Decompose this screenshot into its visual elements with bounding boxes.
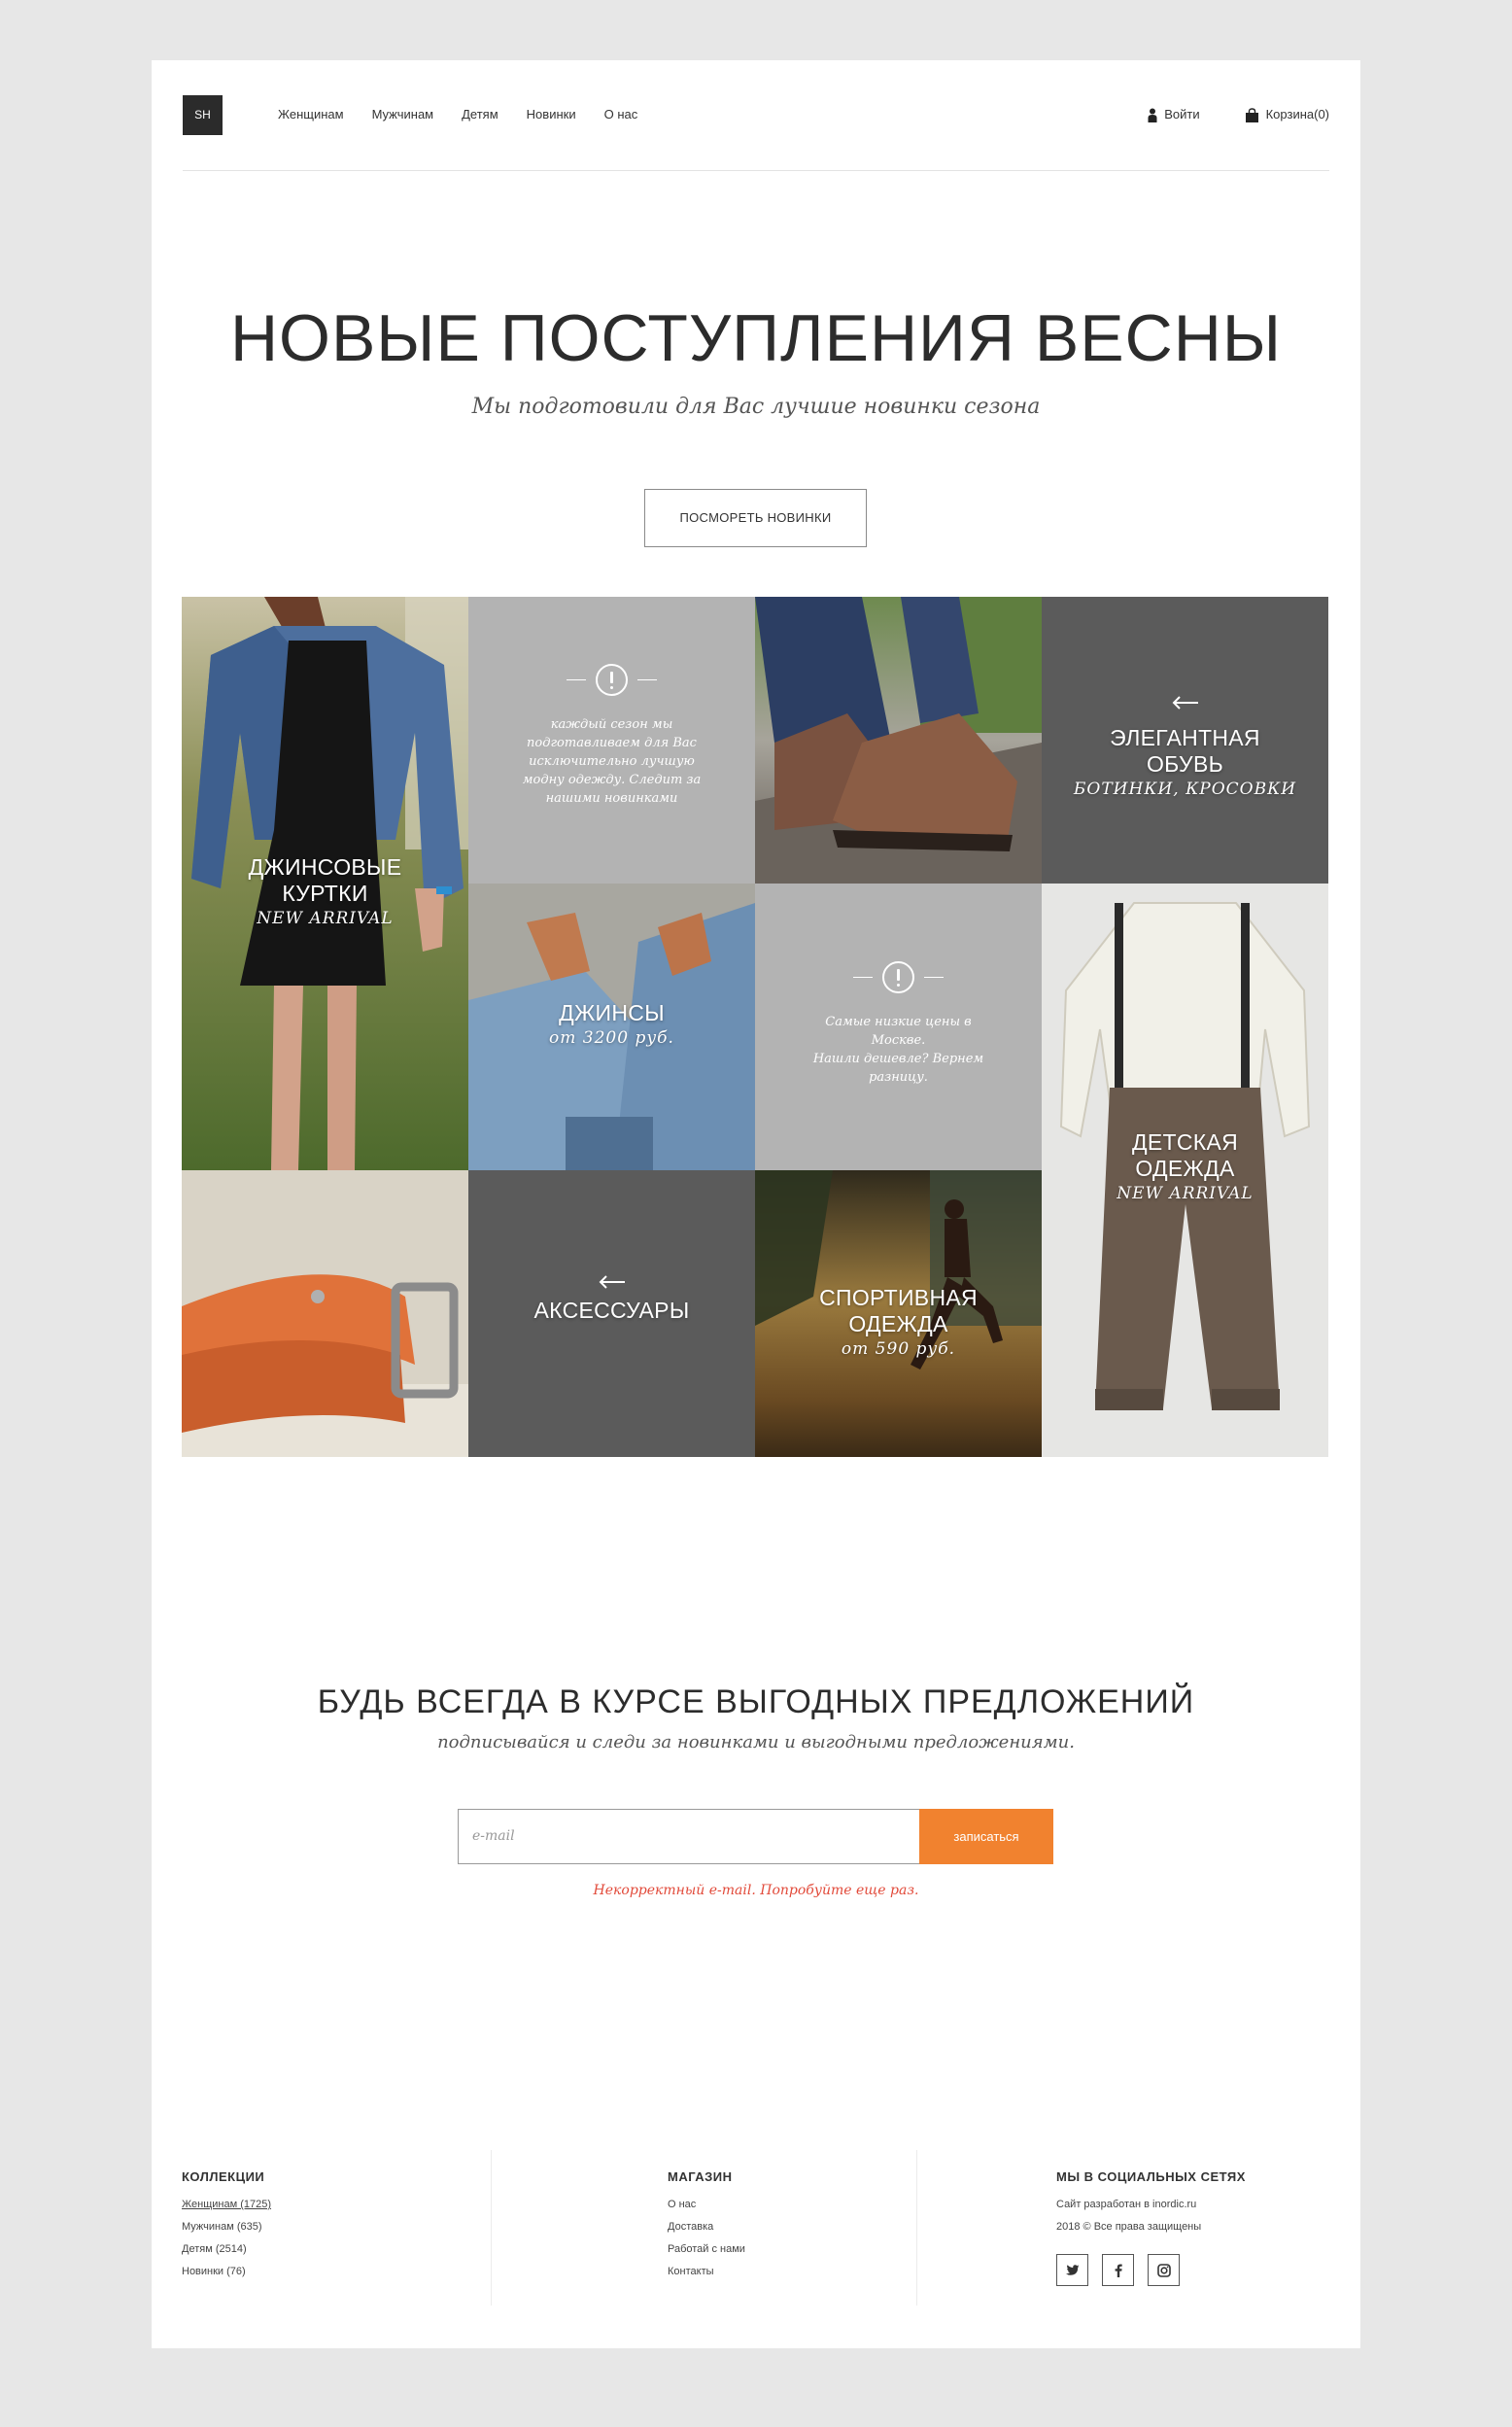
twitter-icon[interactable] <box>1056 2254 1088 2286</box>
shopping-bag-icon <box>1245 107 1258 122</box>
info-text-4: модну одежду. Следит за <box>522 773 702 787</box>
instagram-icon[interactable] <box>1148 2254 1180 2286</box>
nav-new[interactable]: Новинки <box>527 105 576 124</box>
category-grid: ДЖИНСОВЫЕ КУРТКИ NEW ARRIVAL каждый сезо… <box>182 597 1328 1457</box>
facebook-icon[interactable] <box>1102 2254 1134 2286</box>
tile-title: ЭЛЕГАНТНАЯ <box>1110 725 1260 750</box>
tile-denim-jackets[interactable]: ДЖИНСОВЫЕ КУРТКИ NEW ARRIVAL <box>182 597 468 1170</box>
footer-heading: МЫ В СОЦИАЛЬНЫХ СЕТЯХ <box>1056 2169 1246 2184</box>
social-links <box>1056 2254 1328 2286</box>
tile-title-line2: КУРТКИ <box>282 881 368 906</box>
tile-caption: NEW ARRIVAL <box>257 909 394 928</box>
footer: КОЛЛЕКЦИИ Женщинам (1725) Мужчинам (635)… <box>182 2150 1328 2306</box>
tile-title: АКСЕССУАРЫ <box>533 1298 690 1323</box>
subscribe-form: e-mail записаться <box>458 1809 1053 1864</box>
info-icon <box>755 961 1042 993</box>
info-icon <box>468 664 755 696</box>
arrow-left-icon <box>1042 696 1328 710</box>
tile-title-line2: ОДЕЖДА <box>1135 1156 1235 1181</box>
subscribe-button[interactable]: записаться <box>919 1809 1053 1864</box>
info-text-2: подготавливаем для Вас <box>527 736 697 750</box>
tile-title: ДЖИНСОВЫЕ <box>248 854 402 880</box>
footer-copyright: 2018 © Все права защищены <box>1056 2221 1202 2233</box>
tile-caption: от 590 руб. <box>841 1339 956 1359</box>
login-link[interactable]: Войти <box>1148 105 1200 124</box>
footer-heading: КОЛЛЕКЦИИ <box>182 2169 265 2184</box>
tile-title: СПОРТИВНАЯ <box>819 1285 978 1310</box>
tile-caption: БОТИНКИ, КРОСОВКИ <box>1073 780 1297 799</box>
header-actions: Войти Корзина(0) <box>1148 105 1329 124</box>
info-text-4: разницу. <box>869 1070 928 1085</box>
tile-elegant-shoes[interactable]: ЭЛЕГАНТНАЯ ОБУВЬ БОТИНКИ, КРОСОВКИ <box>1042 597 1328 884</box>
arrow-left-icon <box>468 1275 755 1289</box>
header: SH Женщинам Мужчинам Детям Новинки О нас… <box>183 91 1329 171</box>
footer-link-careers[interactable]: Работай с нами <box>668 2238 916 2261</box>
tile-jeans[interactable]: ДЖИНСЫ от 3200 руб. <box>468 884 755 1170</box>
info-text-3: Нашли дешевле? Вернем <box>812 1052 984 1066</box>
user-icon <box>1148 108 1157 122</box>
hero-subtitle: Мы подготовили для Вас лучшие новинки се… <box>471 395 1041 419</box>
tile-caption: от 3200 руб. <box>549 1028 674 1048</box>
info-text-5: нашими новинками <box>545 791 678 806</box>
info-text-1: Самые низкие цены в <box>825 1015 972 1029</box>
footer-shop: МАГАЗИН О нас Доставка Работай с нами Ко… <box>491 2150 916 2306</box>
tile-sportswear[interactable]: СПОРТИВНАЯ ОДЕЖДА от 590 руб. <box>755 1170 1042 1457</box>
tile-title: ДЕТСКАЯ <box>1131 1129 1239 1155</box>
footer-social: МЫ В СОЦИАЛЬНЫХ СЕТЯХ Сайт разработан в … <box>916 2150 1328 2306</box>
footer-link-new[interactable]: Новинки (76) <box>182 2261 491 2283</box>
footer-link-contacts[interactable]: Контакты <box>668 2261 916 2283</box>
nav-women[interactable]: Женщинам <box>278 105 344 124</box>
hero-title: НОВЫЕ ПОСТУПЛЕНИЯ ВЕСНЫ <box>229 301 1283 375</box>
email-field[interactable]: e-mail <box>458 1809 919 1864</box>
footer-link-kids[interactable]: Детям (2514) <box>182 2238 491 2261</box>
footer-collections: КОЛЛЕКЦИИ Женщинам (1725) Мужчинам (635)… <box>182 2150 491 2306</box>
tile-title: ДЖИНСЫ <box>559 1000 665 1025</box>
view-new-button[interactable]: ПОСМОРЕТЬ НОВИНКИ <box>644 489 867 547</box>
info-text-1: каждый сезон мы <box>550 717 673 732</box>
footer-link-men[interactable]: Мужчинам (635) <box>182 2216 491 2238</box>
info-text-3: исключительно лучшую <box>529 754 695 769</box>
main-nav: Женщинам Мужчинам Детям Новинки О нас <box>278 105 666 124</box>
subscribe-title: БУДЬ ВСЕГДА В КУРСЕ ВЫГОДНЫХ ПРЕДЛОЖЕНИЙ <box>317 1683 1195 1720</box>
footer-link-about[interactable]: О нас <box>668 2194 916 2216</box>
tile-info-season: каждый сезон мы подготавливаем для Вас и… <box>468 597 755 884</box>
info-text-2: Москве. <box>871 1033 926 1048</box>
shoes-photo <box>755 597 1042 884</box>
tile-title-line2: ОДЕЖДА <box>848 1311 948 1336</box>
tile-title-line2: ОБУВЬ <box>1146 751 1223 777</box>
tile-belt-photo[interactable] <box>182 1170 468 1457</box>
login-label: Войти <box>1164 107 1200 121</box>
nav-men[interactable]: Мужчинам <box>372 105 434 124</box>
tile-shoes-photo[interactable] <box>755 597 1042 884</box>
cart-link[interactable]: Корзина(0) <box>1245 105 1329 124</box>
cart-label: Корзина(0) <box>1265 107 1329 121</box>
page: SH Женщинам Мужчинам Детям Новинки О нас… <box>152 60 1360 2348</box>
tile-info-prices: Самые низкие цены в Москве. Нашли дешевл… <box>755 884 1042 1170</box>
belt-photo <box>182 1170 468 1457</box>
footer-credit: Сайт разработан в inordic.ru <box>1056 2199 1197 2210</box>
nav-about[interactable]: О нас <box>604 105 638 124</box>
email-error: Некорректный e-mail. Попробуйте еще раз. <box>593 1883 919 1898</box>
subscribe-text: подписывайся и следи за новинками и выго… <box>437 1732 1075 1752</box>
footer-heading: МАГАЗИН <box>668 2169 733 2184</box>
tile-kids-clothing[interactable]: ДЕТСКАЯ ОДЕЖДА NEW ARRIVAL <box>1042 884 1328 1457</box>
tile-caption: NEW ARRIVAL <box>1117 1184 1254 1203</box>
tile-accessories[interactable]: АКСЕССУАРЫ <box>468 1170 755 1457</box>
footer-link-delivery[interactable]: Доставка <box>668 2216 916 2238</box>
nav-kids[interactable]: Детям <box>462 105 498 124</box>
logo[interactable]: SH <box>183 95 223 135</box>
footer-link-women[interactable]: Женщинам (1725) <box>182 2194 491 2216</box>
